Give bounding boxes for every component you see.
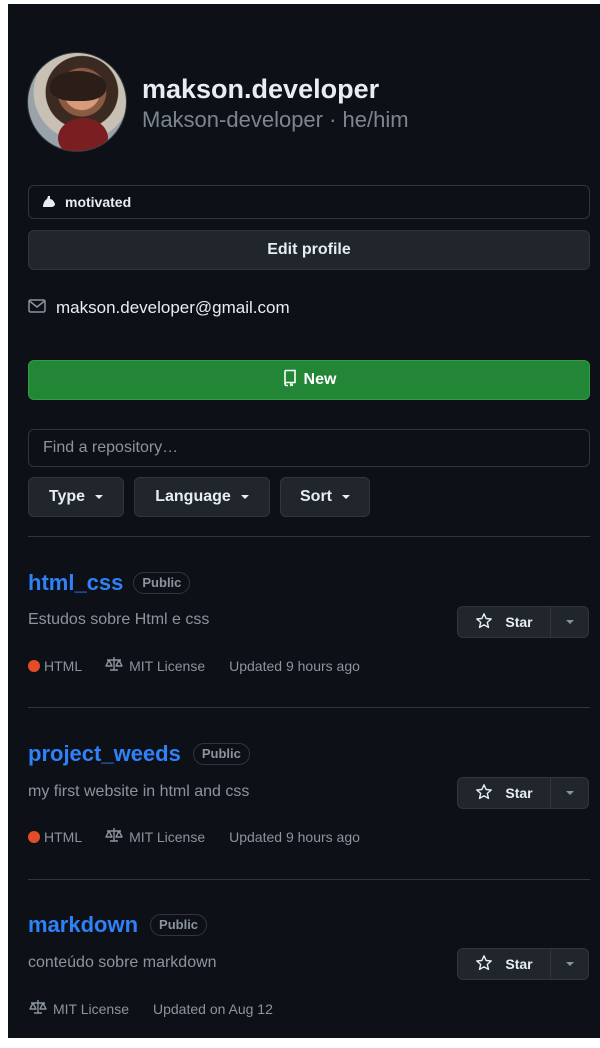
divider — [28, 707, 590, 708]
language-name: HTML — [44, 828, 83, 845]
repo-license: MIT License — [104, 656, 205, 675]
star-button[interactable]: Star — [458, 949, 551, 979]
repo-icon — [282, 369, 304, 392]
divider — [28, 879, 590, 880]
new-repository-button[interactable]: New — [28, 360, 590, 400]
license-name: MIT License — [53, 1000, 129, 1017]
visibility-badge: Public — [133, 572, 191, 594]
repo-meta: HTML MIT License Updated 9 hours ago — [28, 656, 384, 675]
chevron-down-icon — [342, 495, 350, 499]
star-list-dropdown[interactable] — [551, 607, 588, 637]
star-icon — [475, 954, 505, 975]
email-text: makson.developer@gmail.com — [56, 298, 290, 317]
star-button[interactable]: Star — [458, 778, 551, 808]
sort-filter-label: Sort — [300, 488, 332, 505]
edit-profile-button[interactable]: Edit profile — [28, 230, 590, 270]
repo-updated: Updated 9 hours ago — [229, 828, 360, 845]
repo-language: HTML — [28, 658, 82, 674]
chevron-down-icon — [565, 962, 574, 966]
law-icon — [28, 999, 53, 1018]
repo-meta: HTML MIT License Updated 9 hours ago — [28, 827, 384, 846]
star-button-group: Star — [457, 606, 589, 638]
email-link[interactable]: makson.developer@gmail.com — [28, 296, 290, 320]
visibility-badge: Public — [150, 914, 208, 936]
repo-header: project_weeds Public — [28, 741, 250, 767]
license-name: MIT License — [129, 828, 206, 845]
repo-name-link[interactable]: project_weeds — [28, 741, 181, 767]
language-filter-button[interactable]: Language — [134, 477, 270, 517]
star-icon — [475, 783, 505, 804]
star-list-dropdown[interactable] — [551, 778, 588, 808]
profile-page: makson.developer Makson-developer · he/h… — [8, 4, 600, 1038]
repo-updated: Updated 9 hours ago — [229, 657, 360, 674]
repo-license: MIT License — [28, 999, 129, 1018]
repo-license: MIT License — [104, 827, 205, 846]
star-label: Star — [505, 785, 533, 801]
repo-description: my first website in html and css — [28, 783, 250, 800]
mail-icon — [28, 298, 56, 318]
profile-subtitle: Makson-developer · he/him — [142, 107, 409, 132]
language-name: HTML — [44, 657, 83, 674]
repo-header: html_css Public — [28, 570, 191, 596]
profile-username: makson.developer — [142, 74, 380, 104]
license-name: MIT License — [129, 657, 206, 674]
chevron-down-icon — [565, 791, 574, 795]
star-icon — [475, 612, 505, 633]
repo-language: HTML — [28, 829, 82, 845]
new-button-label: New — [303, 371, 337, 388]
star-list-dropdown[interactable] — [551, 949, 588, 979]
repo-name-link[interactable]: html_css — [28, 570, 123, 596]
star-label: Star — [505, 956, 533, 972]
divider — [28, 536, 590, 537]
repo-description: conteúdo sobre markdown — [28, 954, 217, 971]
star-button-group: Star — [457, 948, 589, 980]
language-color-dot — [28, 659, 40, 672]
repo-description: Estudos sobre Html e css — [28, 611, 210, 628]
law-icon — [104, 827, 129, 846]
language-color-dot — [28, 830, 40, 843]
language-filter-label: Language — [155, 488, 231, 505]
repo-updated: Updated on Aug 12 — [153, 1000, 273, 1017]
avatar[interactable] — [27, 52, 127, 152]
repo-header: markdown Public — [28, 912, 208, 938]
status-field[interactable]: motivated — [28, 185, 590, 219]
visibility-badge: Public — [192, 743, 250, 765]
chevron-down-icon — [565, 620, 574, 624]
star-label: Star — [505, 614, 533, 630]
chevron-down-icon — [95, 495, 104, 499]
type-filter-button[interactable]: Type — [28, 477, 124, 517]
type-filter-label: Type — [48, 488, 86, 505]
star-button-group: Star — [457, 777, 589, 809]
sort-filter-button[interactable]: Sort — [280, 477, 370, 517]
repo-meta: MIT License Updated on Aug 12 — [28, 999, 297, 1018]
star-button[interactable]: Star — [458, 607, 551, 637]
status-text: motivated — [65, 194, 132, 210]
repo-name-link[interactable]: markdown — [28, 912, 138, 938]
law-icon — [104, 656, 129, 675]
flexed-biceps-icon — [41, 194, 57, 210]
chevron-down-icon — [240, 495, 249, 499]
find-repository-input[interactable] — [28, 429, 590, 467]
